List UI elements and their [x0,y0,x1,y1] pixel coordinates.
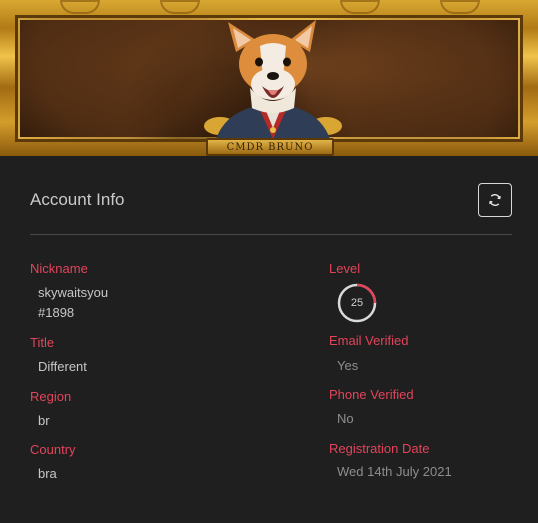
nickname-value: skywaitsyou [38,285,109,300]
region-value: br [38,413,50,428]
level-value: 25 [350,297,364,309]
country-label: Country [30,442,76,457]
title-label: Title [30,335,55,350]
level-label: Level [329,261,361,276]
email-verified-value: Yes [337,358,359,373]
account-info-card: Account Info Nickname skywaitsyou #1898 … [0,156,538,523]
refresh-icon [489,194,501,206]
phone-verified-value: No [337,411,354,426]
region-label: Region [30,389,72,404]
title-value: Different [38,359,87,374]
name-plaque: CMDR BRUNO [206,138,334,156]
profile-banner: CMDR BRUNO [0,0,538,156]
registration-date-value: Wed 14th July 2021 [337,464,452,479]
phone-verified-label: Phone Verified [329,387,414,402]
plaque-text: CMDR BRUNO [226,141,314,153]
refresh-button[interactable] [478,183,512,217]
divider [30,234,512,235]
corgi-portrait [204,20,342,139]
nickname-label: Nickname [30,261,88,276]
nickname-tag: #1898 [38,305,75,320]
registration-date-label: Registration Date [329,441,430,456]
email-verified-label: Email Verified [329,333,409,348]
page-title: Account Info [30,190,125,209]
country-value: bra [38,466,57,481]
